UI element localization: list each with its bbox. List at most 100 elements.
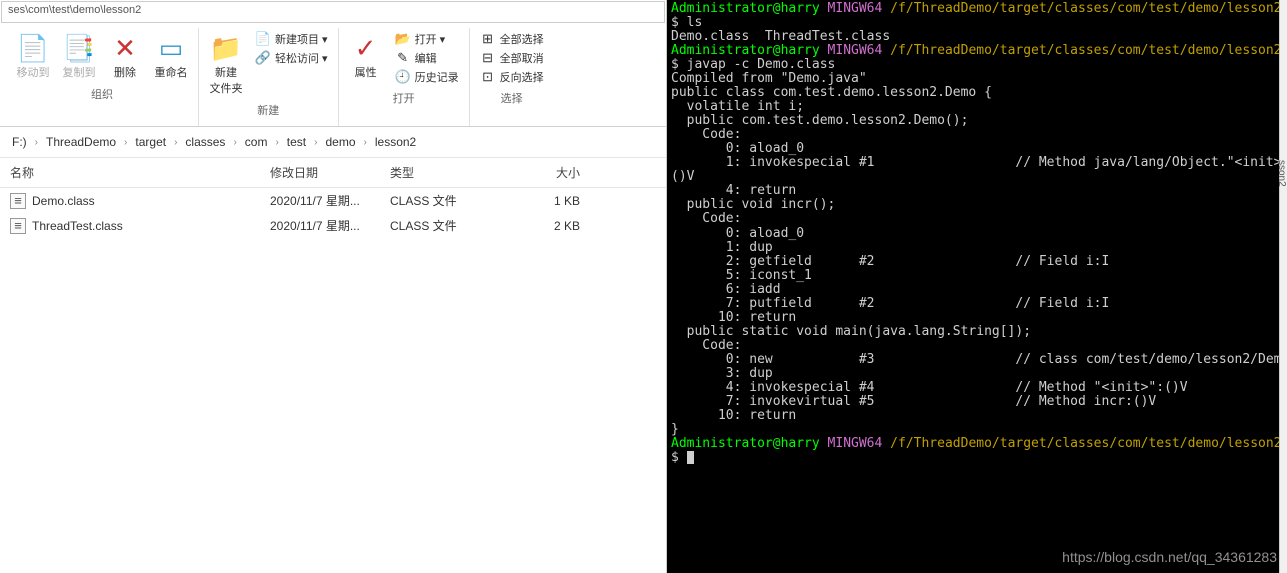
invert-icon: ⊡ (480, 69, 496, 85)
properties-button[interactable]: ✓ 属性 (345, 30, 387, 82)
terminal[interactable]: Administrator@harry MINGW64 /f/ThreadDem… (667, 0, 1287, 573)
chevron-right-icon: › (308, 137, 323, 148)
breadcrumb-item[interactable]: ThreadDemo (44, 135, 118, 149)
ribbon-group-select: ⊞全部选择 ⊟全部取消 ⊡反向选择 选择 (470, 28, 554, 126)
prompt-user: Administrator@harry (671, 43, 820, 58)
terminal-line: } (671, 423, 1283, 437)
move-to-label: 移动到 (17, 64, 50, 80)
file-row[interactable]: ≡Demo.class2020/11/7 星期...CLASS 文件1 KB (0, 188, 666, 213)
open-button[interactable]: 📂打开 ▾ (391, 30, 463, 48)
ribbon: 📄 移动到 📑 复制到 ✕ 删除 ▭ 重命名 组织 (0, 24, 666, 127)
rename-button[interactable]: ▭ 重命名 (150, 30, 192, 82)
breadcrumb-item[interactable]: demo (323, 135, 357, 149)
cursor (687, 451, 694, 464)
breadcrumb-item[interactable]: com (243, 135, 270, 149)
file-icon: ≡ (10, 193, 26, 209)
prompt-user: Administrator@harry (671, 436, 820, 451)
terminal-line: 5: iconst_1 (671, 269, 1283, 283)
file-type: CLASS 文件 (390, 217, 510, 234)
chevron-right-icon: › (358, 137, 373, 148)
terminal-line: public void incr(); (671, 198, 1283, 212)
breadcrumb-item[interactable]: test (285, 135, 308, 149)
terminal-line: Code: (671, 212, 1283, 226)
breadcrumb[interactable]: F:)›ThreadDemo›target›classes›com›test›d… (0, 127, 666, 158)
edit-icon: ✎ (395, 50, 411, 66)
column-type[interactable]: 类型 (390, 164, 510, 181)
file-name: Demo.class (32, 194, 95, 208)
side-tab[interactable]: sson2 (1279, 0, 1287, 573)
column-date[interactable]: 修改日期 (270, 164, 390, 181)
terminal-line: 6: iadd (671, 283, 1283, 297)
delete-button[interactable]: ✕ 删除 (104, 30, 146, 82)
prompt-sys: MINGW64 (828, 43, 883, 58)
breadcrumb-item[interactable]: F:) (10, 135, 29, 149)
file-list-header: 名称 修改日期 类型 大小 (0, 158, 666, 188)
terminal-line: 10: return (671, 409, 1283, 423)
prompt-sys: MINGW64 (828, 1, 883, 16)
chevron-right-icon: › (168, 137, 183, 148)
column-size[interactable]: 大小 (510, 164, 580, 181)
ribbon-group-organize: 📄 移动到 📑 复制到 ✕ 删除 ▭ 重命名 组织 (6, 28, 199, 126)
move-to-button[interactable]: 📄 移动到 (12, 30, 54, 82)
terminal-line: volatile int i; (671, 100, 1283, 114)
prompt-user: Administrator@harry (671, 1, 820, 16)
new-item-button[interactable]: 📄新建项目 ▾ (251, 30, 332, 48)
chevron-right-icon: › (118, 137, 133, 148)
terminal-line: public class com.test.demo.lesson2.Demo … (671, 86, 1283, 100)
file-explorer: ses\com\test\demo\lesson2 📄 移动到 📑 复制到 ✕ … (0, 0, 667, 573)
invert-label: 反向选择 (500, 69, 544, 85)
new-folder-button[interactable]: 📁 新建 文件夹 (205, 30, 247, 98)
new-group-label: 新建 (257, 98, 279, 124)
edit-label: 编辑 (415, 50, 437, 66)
chevron-right-icon: › (227, 137, 242, 148)
file-date: 2020/11/7 星期... (270, 192, 390, 209)
copy-to-button[interactable]: 📑 复制到 (58, 30, 100, 82)
new-item-icon: 📄 (255, 31, 271, 47)
address-bar[interactable]: ses\com\test\demo\lesson2 (1, 1, 665, 23)
history-label: 历史记录 (415, 69, 459, 85)
breadcrumb-item[interactable]: lesson2 (373, 135, 418, 149)
terminal-line: 0: aload_0 (671, 227, 1283, 241)
edit-button[interactable]: ✎编辑 (391, 49, 463, 67)
column-name[interactable]: 名称 (10, 164, 270, 181)
terminal-line: Demo.class ThreadTest.class (671, 30, 1283, 44)
select-all-button[interactable]: ⊞全部选择 (476, 30, 548, 48)
invert-selection-button[interactable]: ⊡反向选择 (476, 68, 548, 86)
ribbon-group-open: ✓ 属性 📂打开 ▾ ✎编辑 🕘历史记录 打开 (339, 28, 470, 126)
file-name: ThreadTest.class (32, 219, 123, 233)
history-button[interactable]: 🕘历史记录 (391, 68, 463, 86)
file-row[interactable]: ≡ThreadTest.class2020/11/7 星期...CLASS 文件… (0, 213, 666, 238)
properties-icon: ✓ (350, 32, 382, 64)
history-icon: 🕘 (395, 69, 411, 85)
properties-label: 属性 (355, 64, 377, 80)
folder-icon: 📁 (210, 32, 242, 64)
new-folder-label: 新建 文件夹 (210, 64, 243, 96)
prompt-path: /f/ThreadDemo/target/classes/com/test/de… (890, 43, 1281, 58)
breadcrumb-item[interactable]: target (133, 135, 168, 149)
terminal-line: 1: dup (671, 241, 1283, 255)
terminal-line: Code: (671, 339, 1283, 353)
ribbon-group-new: 📁 新建 文件夹 📄新建项目 ▾ 🔗轻松访问 ▾ 新建 (199, 28, 339, 126)
file-size: 2 KB (510, 219, 580, 233)
file-size: 1 KB (510, 194, 580, 208)
select-none-button[interactable]: ⊟全部取消 (476, 49, 548, 67)
easy-access-button[interactable]: 🔗轻松访问 ▾ (251, 49, 332, 67)
select-all-label: 全部选择 (500, 31, 544, 47)
prompt-sys: MINGW64 (828, 436, 883, 451)
delete-label: 删除 (114, 64, 136, 80)
terminal-line: 4: invokespecial #4 // Method "<init>":(… (671, 381, 1283, 395)
breadcrumb-item[interactable]: classes (183, 135, 227, 149)
terminal-line: 2: getfield #2 // Field i:I (671, 255, 1283, 269)
watermark: https://blog.csdn.net/qq_34361283 (1062, 550, 1277, 565)
open-group-label: 打开 (393, 86, 415, 112)
terminal-line: 1: invokespecial #1 // Method java/lang/… (671, 156, 1283, 170)
new-item-label: 新建项目 ▾ (275, 31, 328, 47)
delete-icon: ✕ (109, 32, 141, 64)
prompt-path: /f/ThreadDemo/target/classes/com/test/de… (890, 436, 1281, 451)
terminal-line: Compiled from "Demo.java" (671, 72, 1283, 86)
file-list: ≡ Demo.class 2020/11/7 星期...CLASS 文件1 KB ≡T… (0, 188, 666, 238)
easy-access-label: 轻松访问 ▾ (275, 50, 328, 66)
move-to-icon: 📄 (17, 32, 49, 64)
terminal-line: 0: new #3 // class com/test/demo/lesson2… (671, 353, 1283, 367)
terminal-prompt[interactable]: $ (671, 451, 1283, 465)
